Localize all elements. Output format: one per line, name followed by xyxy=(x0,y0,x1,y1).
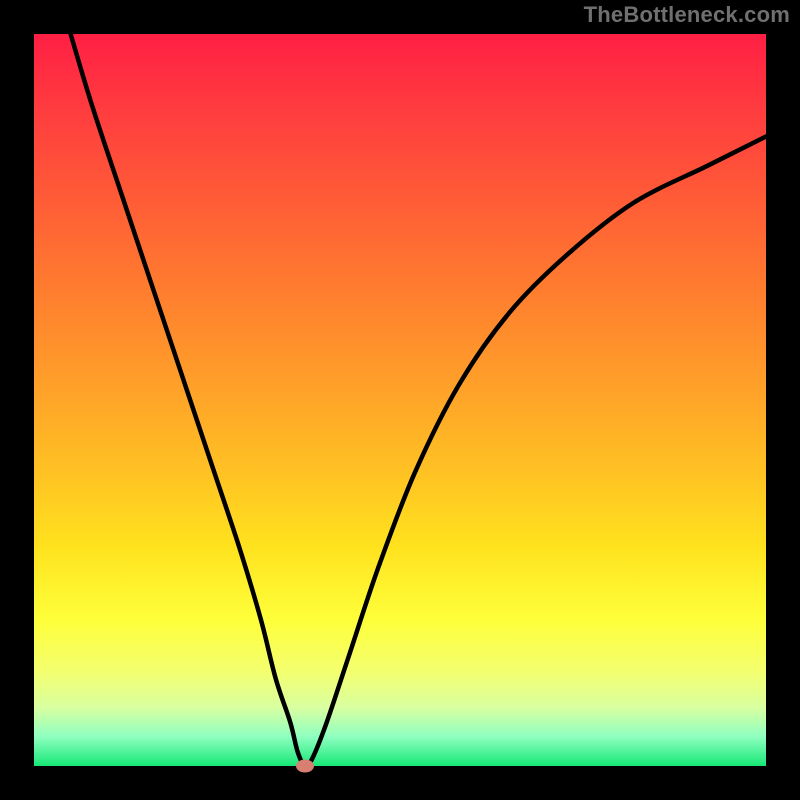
optimum-marker xyxy=(296,760,314,773)
chart-frame: TheBottleneck.com xyxy=(0,0,800,800)
bottleneck-curve xyxy=(34,34,766,766)
watermark-text: TheBottleneck.com xyxy=(584,2,790,28)
plot-area xyxy=(34,34,766,766)
